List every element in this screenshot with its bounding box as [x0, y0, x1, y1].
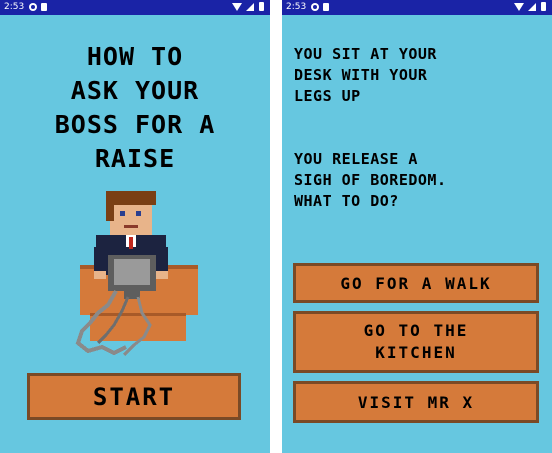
story-line: LEGS UP — [294, 87, 361, 105]
sd-card-icon — [323, 3, 329, 11]
choice-go-to-kitchen-button[interactable]: GO TO THE KITCHEN — [293, 311, 539, 373]
start-label: START — [92, 382, 176, 411]
left-hand — [94, 271, 106, 279]
title-line: RAISE — [94, 144, 176, 173]
tie — [129, 237, 133, 249]
story-screen: 2:53 YOU SIT AT YOUR DESK WITH YOUR LEGS… — [282, 0, 552, 453]
battery-icon — [541, 2, 546, 11]
choice-go-for-walk-button[interactable]: GO FOR A WALK — [293, 263, 539, 303]
status-time: 2:53 — [4, 2, 25, 12]
title-screen: 2:53 HOW TO ASK YOUR BOSS FOR A RAISE ST… — [0, 0, 270, 453]
story-line: SIGH OF BOREDOM. — [294, 171, 447, 189]
story-line: YOU RELEASE A — [294, 150, 418, 168]
right-hand — [156, 271, 168, 279]
status-bar: 2:53 — [0, 0, 270, 15]
wifi-icon — [232, 3, 242, 11]
story-text-situation: YOU SIT AT YOUR DESK WITH YOUR LEGS UP — [294, 44, 544, 107]
story-line: DESK WITH YOUR — [294, 66, 428, 84]
game-title: HOW TO ASK YOUR BOSS FOR A RAISE — [0, 40, 270, 176]
monitor-screen — [114, 259, 150, 285]
choice-label: GO TO THE — [363, 321, 469, 340]
wifi-icon — [514, 3, 524, 11]
choice-visit-mr-x-button[interactable]: VISIT MR X — [293, 381, 539, 423]
start-button[interactable]: START — [27, 373, 241, 420]
sd-card-icon — [41, 3, 47, 11]
title-line: BOSS FOR A — [54, 110, 216, 139]
boss-at-desk-illustration — [75, 191, 198, 357]
right-arm — [156, 247, 168, 273]
story-line: WHAT TO DO? — [294, 192, 399, 210]
status-time: 2:53 — [286, 2, 307, 12]
battery-icon — [259, 2, 264, 11]
story-line: YOU SIT AT YOUR — [294, 45, 437, 63]
right-eye — [136, 211, 141, 216]
google-icon — [311, 3, 319, 11]
signal-icon — [528, 3, 536, 11]
left-eye — [120, 211, 125, 216]
mouth — [124, 225, 138, 228]
google-icon — [29, 3, 37, 11]
choice-label: VISIT MR X — [357, 392, 475, 412]
title-line: ASK YOUR — [70, 76, 200, 105]
choice-label: KITCHEN — [375, 343, 457, 362]
hair-side — [106, 191, 114, 221]
signal-icon — [246, 3, 254, 11]
left-arm — [94, 247, 106, 273]
title-line: HOW TO — [86, 42, 184, 71]
story-text-prompt: YOU RELEASE A SIGH OF BOREDOM. WHAT TO D… — [294, 149, 544, 212]
desk-seam — [90, 313, 186, 316]
status-bar: 2:53 — [282, 0, 552, 15]
choice-label: GO FOR A WALK — [340, 273, 492, 293]
